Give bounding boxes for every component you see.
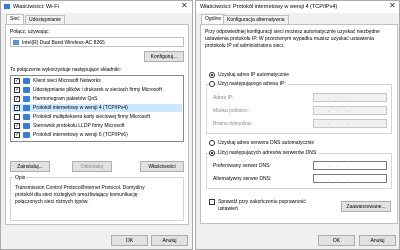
- dns-group: [206, 153, 392, 189]
- dns-auto-label[interactable]: Uzyskaj adres serwera DNS automatycznie: [218, 140, 314, 146]
- item-checkbox[interactable]: ✓: [14, 96, 20, 102]
- ip-dots: ...: [328, 121, 357, 127]
- default-gateway-field[interactable]: ...: [313, 119, 387, 128]
- tab-alternate-configuration[interactable]: Konfiguracja alternatywna: [223, 15, 289, 24]
- ip-address-label: Adres IP:: [213, 95, 234, 101]
- title-bar: Właściwości: Wi-Fi ✕: [1, 1, 192, 13]
- ok-button[interactable]: OK: [111, 235, 148, 246]
- tab-general[interactable]: Ogólne: [201, 14, 226, 24]
- network-icon: [4, 4, 10, 9]
- list-item[interactable]: ✓ Harmonogram pakietów QoS: [12, 95, 182, 103]
- alternate-dns-field[interactable]: ...: [313, 174, 387, 183]
- ip-address-field[interactable]: ...: [313, 93, 387, 102]
- default-gateway-label: Brama domyślna:: [213, 121, 252, 127]
- network-tab-panel: Połącz, używając: Intel(R) Dual Band Wir…: [5, 24, 189, 225]
- item-checkbox[interactable]: [14, 114, 20, 120]
- dns-manual-label[interactable]: Użyj następujących adresów serwerów DNS:: [218, 150, 320, 156]
- file-sharing-icon: [23, 87, 30, 93]
- list-item[interactable]: ✓ Udostępnianie plików i drukarek w siec…: [12, 86, 182, 94]
- item-checkbox[interactable]: ✓: [14, 105, 20, 111]
- network-client-icon: [23, 78, 30, 84]
- intro-text: Przy odpowiedniej konfiguracji sieci moż…: [205, 29, 380, 49]
- item-label: Sterownik protokołu LLDP firmy Microsoft: [33, 123, 125, 129]
- protocol-icon: [23, 132, 30, 138]
- ok-button[interactable]: OK: [318, 235, 355, 246]
- components-label: To połączenie wykorzystuje następujące s…: [10, 67, 121, 73]
- preferred-dns-label: Preferowany serwer DNS:: [213, 163, 271, 169]
- validate-checkbox[interactable]: [209, 199, 215, 205]
- preferred-dns-field[interactable]: ...: [313, 161, 387, 170]
- ip-auto-label[interactable]: Uzyskaj adres IP automatycznie: [218, 72, 289, 78]
- protocol-icon: [23, 105, 30, 111]
- item-label: Udostępnianie plików i drukarek w siecia…: [33, 87, 162, 93]
- item-label: Protokół internetowy w wersji 6 (TCP/IPv…: [33, 132, 128, 138]
- connect-using-label: Połącz, używając:: [10, 29, 50, 35]
- tab-sharing[interactable]: Udostępnianie: [25, 15, 65, 24]
- item-label: Protokół multipleksera karty sieciowej f…: [33, 114, 150, 120]
- ip-dots: ...: [328, 95, 357, 101]
- dns-manual-radio[interactable]: [209, 150, 215, 156]
- item-label: Klient sieci Microsoft Networks: [33, 78, 101, 84]
- uninstall-button[interactable]: Odinstaluj: [72, 161, 112, 172]
- description-title: Opis: [14, 175, 27, 181]
- item-label: Harmonogram pakietów QoS: [33, 96, 98, 102]
- adapter-icon: [13, 40, 19, 45]
- alternate-dns-label: Alternatywny serwer DNS:: [213, 176, 272, 182]
- validate-label[interactable]: Sprawdź przy zakończeniu poprawność usta…: [218, 199, 313, 213]
- cancel-button[interactable]: Anuluj: [359, 235, 396, 246]
- dns-auto-radio[interactable]: [209, 140, 215, 146]
- description-group: Opis Transmission Control Protocol/Inter…: [10, 175, 184, 221]
- item-checkbox[interactable]: ✓: [14, 78, 20, 84]
- ip-manual-radio[interactable]: [209, 81, 215, 87]
- item-label: Protokół internetowy w wersji 4 (TCP/IPv…: [33, 105, 128, 111]
- wifi-properties-window: Właściwości: Wi-Fi ✕ Sieć Udostępnianie …: [0, 0, 193, 250]
- item-checkbox[interactable]: ✓: [14, 123, 20, 129]
- title-bar: Właściwości: Protokół internetowy w wers…: [196, 1, 399, 13]
- tab-network[interactable]: Sieć: [6, 14, 24, 24]
- window-title: Właściwości: Protokół internetowy w wers…: [200, 4, 338, 10]
- ip-auto-radio[interactable]: [209, 72, 215, 78]
- adapter-name: Intel(R) Dual Band Wireless-AC 8265: [22, 40, 105, 46]
- protocol-icon: [23, 114, 30, 120]
- cancel-button[interactable]: Anuluj: [151, 235, 188, 246]
- list-item[interactable]: ✓ Protokół internetowy w wersji 6 (TCP/I…: [12, 131, 182, 139]
- list-item-selected[interactable]: ✓ Protokół internetowy w wersji 4 (TCP/I…: [12, 104, 182, 112]
- advanced-button[interactable]: Zaawansowane...: [341, 201, 391, 212]
- list-item[interactable]: ✓ Sterownik protokołu LLDP firmy Microso…: [12, 122, 182, 130]
- ip-dots: ...: [328, 163, 357, 169]
- subnet-mask-label: Maska podsieci:: [213, 108, 249, 114]
- ip-dots: ...: [328, 176, 357, 182]
- list-item[interactable]: ✓ Klient sieci Microsoft Networks: [12, 77, 182, 85]
- item-checkbox[interactable]: ✓: [14, 132, 20, 138]
- protocol-icon: [23, 123, 30, 129]
- ip-manual-label[interactable]: Użyj następującego adresu IP:: [218, 81, 288, 87]
- window-title: Właściwości: Wi-Fi: [13, 4, 59, 10]
- properties-button[interactable]: Właściwości: [140, 161, 184, 172]
- adapter-box: Intel(R) Dual Band Wireless-AC 8265: [10, 37, 184, 47]
- ip-dots: ...: [328, 108, 357, 114]
- description-text: Transmission Control Protocol/Internet P…: [15, 185, 145, 205]
- list-item[interactable]: Protokół multipleksera karty sieciowej f…: [12, 113, 182, 121]
- ipv4-properties-window: Właściwości: Protokół internetowy w wers…: [195, 0, 400, 250]
- close-icon[interactable]: ✕: [389, 2, 396, 10]
- item-checkbox[interactable]: ✓: [14, 87, 20, 93]
- subnet-mask-field[interactable]: ...: [313, 106, 387, 115]
- qos-icon: [23, 96, 30, 102]
- configure-button[interactable]: Konfiguruj...: [144, 51, 184, 62]
- components-list: ✓ Klient sieci Microsoft Networks ✓ Udos…: [10, 75, 184, 142]
- close-icon[interactable]: ✕: [181, 2, 188, 10]
- general-tab-panel: Przy odpowiedniej konfiguracji sieci moż…: [200, 24, 398, 224]
- install-button[interactable]: Zainstaluj...: [10, 161, 50, 172]
